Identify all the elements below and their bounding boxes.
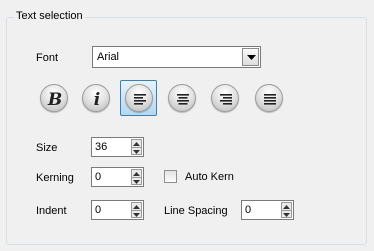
svg-text:B: B [47, 90, 62, 110]
align-center-button[interactable] [168, 84, 196, 112]
kerning-label: Kerning [36, 172, 74, 184]
font-label: Font [36, 52, 59, 64]
indent-spin-arrows[interactable] [131, 202, 142, 218]
line-spacing-spinbox[interactable]: 0 [241, 200, 294, 220]
bold-button[interactable]: B [40, 84, 68, 112]
spin-up-icon [133, 205, 140, 209]
spin-down-icon [133, 150, 140, 154]
spin-divider [132, 177, 141, 178]
spin-divider [282, 210, 291, 211]
spin-divider [132, 210, 141, 211]
svg-text:i: i [94, 90, 100, 110]
align-right-button[interactable] [211, 84, 239, 112]
align-right-icon [220, 94, 232, 105]
size-value: 36 [95, 141, 108, 153]
indent-spinbox[interactable]: 0 [91, 200, 144, 220]
dropdown-button[interactable] [242, 48, 259, 66]
indent-label: Indent [36, 205, 67, 217]
spin-divider [132, 147, 141, 148]
font-dropdown[interactable]: Arial [92, 46, 261, 68]
spin-up-icon [283, 205, 290, 209]
auto-kern-checkbox[interactable] [164, 170, 177, 183]
line-spacing-value: 0 [245, 204, 252, 216]
line-spacing-label: Line Spacing [164, 205, 228, 217]
bold-icon: B [47, 90, 62, 110]
align-left-button[interactable] [125, 84, 153, 112]
chevron-down-icon [247, 55, 256, 60]
kerning-value: 0 [95, 171, 102, 183]
align-center-icon [177, 94, 189, 105]
size-spinbox[interactable]: 36 [91, 137, 144, 157]
align-left-icon [134, 94, 146, 105]
spin-up-icon [133, 142, 140, 146]
size-spin-arrows[interactable] [131, 139, 142, 155]
group-title: Text selection [14, 10, 85, 22]
italic-icon: i [94, 90, 100, 110]
italic-button[interactable]: i [82, 84, 110, 112]
kerning-spin-arrows[interactable] [131, 169, 142, 185]
auto-kern-label: Auto Kern [185, 171, 234, 183]
font-dropdown-value: Arial [97, 51, 120, 63]
spin-down-icon [283, 213, 290, 217]
line-spacing-spin-arrows[interactable] [281, 202, 292, 218]
kerning-spinbox[interactable]: 0 [91, 167, 144, 187]
justify-button[interactable] [255, 84, 283, 112]
indent-value: 0 [95, 204, 102, 216]
spin-down-icon [133, 180, 140, 184]
justify-icon [264, 94, 276, 105]
spin-up-icon [133, 172, 140, 176]
size-label: Size [36, 142, 58, 154]
spin-down-icon [133, 213, 140, 217]
